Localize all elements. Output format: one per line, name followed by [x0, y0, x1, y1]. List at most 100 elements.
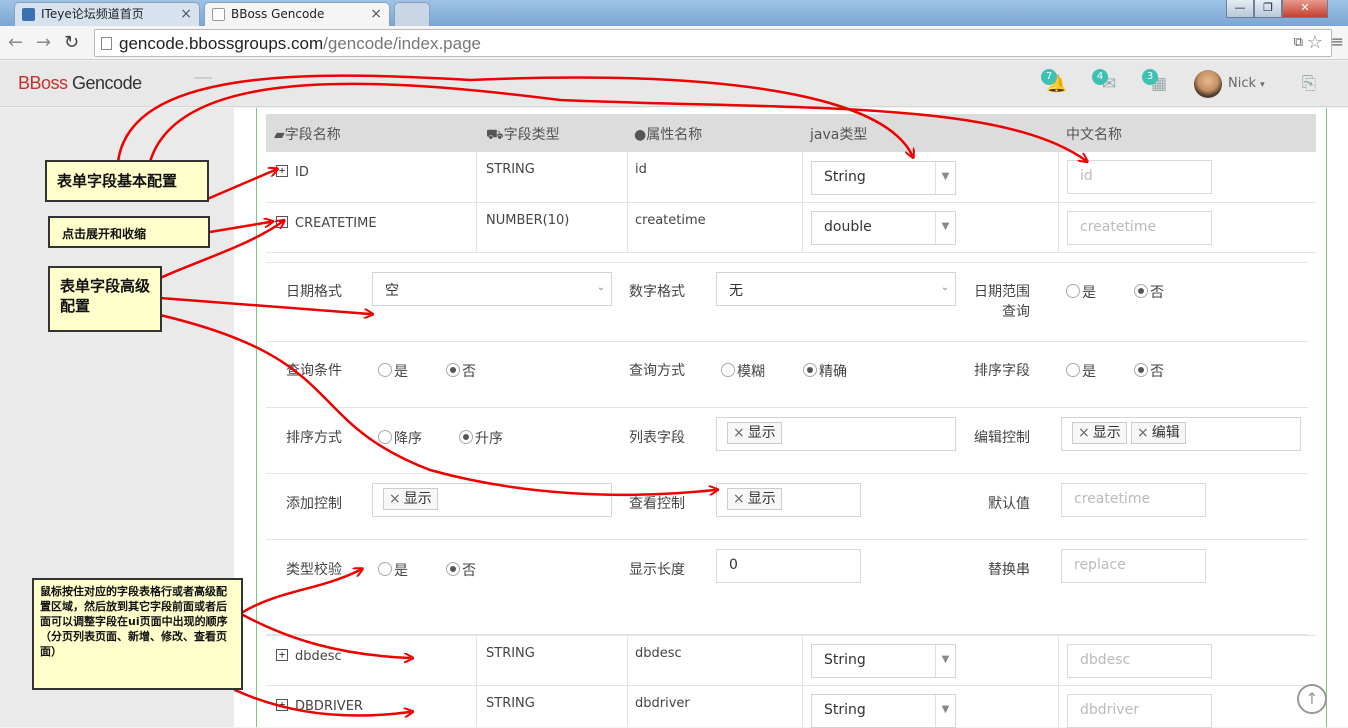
back-arrow-icon[interactable]: ← — [8, 32, 23, 53]
advanced-row-validation[interactable]: 类型校验 是 否 显示长度 0 替换串 replace — [266, 540, 1308, 635]
sort-field-yes-radio[interactable]: 是 — [1066, 361, 1096, 381]
java-type-select[interactable]: String ▼ — [811, 644, 956, 678]
date-format-label: 日期格式 — [286, 284, 342, 300]
tag-show[interactable]: × 显示 — [727, 488, 782, 510]
advanced-row-format[interactable]: 日期格式 空 ⌄ 数字格式 无 ⌄ 日期范围 查询 是 否 — [266, 262, 1308, 342]
query-mode-exact-radio[interactable]: 精确 — [803, 361, 847, 381]
field-name: CREATETIME — [295, 216, 377, 231]
remove-icon[interactable]: × — [389, 491, 401, 507]
advanced-row-query[interactable]: 查询条件 是 否 查询方式 模糊 精确 排序字段 是 否 — [266, 342, 1308, 408]
callout-basic-config: 表单字段基本配置 — [45, 160, 209, 202]
scroll-to-top-button[interactable]: ↑ — [1297, 684, 1327, 714]
page-favicon-icon — [212, 8, 225, 21]
user-menu[interactable]: Nick ▾ — [1228, 76, 1265, 91]
tag-edit[interactable]: × 编辑 — [1131, 422, 1186, 444]
restore-button[interactable]: ❐ — [1254, 0, 1282, 18]
field-type: STRING — [486, 646, 535, 661]
replace-label: 替换串 — [988, 562, 1030, 578]
url-field[interactable]: gencode.bbossgroups.com/gencode/index.pa… — [94, 29, 1332, 57]
briefcase-icon: ▰ — [274, 127, 285, 143]
sort-asc-radio[interactable]: 升序 — [459, 428, 503, 448]
query-cond-yes-radio[interactable]: 是 — [378, 361, 408, 381]
display-length-input[interactable]: 0 — [716, 549, 861, 583]
replace-input[interactable]: replace — [1061, 549, 1206, 583]
col-cn-name: 中文名称 — [1066, 127, 1122, 143]
forward-arrow-icon[interactable]: → — [36, 32, 51, 53]
tab-bboss-gencode[interactable]: BBoss Gencode × — [204, 2, 390, 26]
date-format-select[interactable]: 空 ⌄ — [372, 272, 612, 306]
default-value-input[interactable]: createtime — [1061, 483, 1206, 517]
close-window-button[interactable]: ✕ — [1282, 0, 1328, 18]
remove-icon[interactable]: × — [1137, 425, 1149, 441]
col-java-type: java类型 — [810, 127, 868, 143]
type-check-yes-radio[interactable]: 是 — [378, 560, 408, 580]
display-len-label: 显示长度 — [629, 562, 685, 578]
cart-icon: ⛟ — [486, 127, 504, 143]
logout-icon[interactable]: ⎘ — [1298, 73, 1320, 95]
cn-name-input[interactable]: id — [1067, 160, 1212, 194]
sort-field-no-radio[interactable]: 否 — [1134, 361, 1164, 381]
expand-toggle-icon[interactable]: + — [276, 649, 288, 661]
tab-close-icon[interactable]: × — [370, 3, 382, 25]
col-field-name: ▰字段名称 — [274, 127, 341, 143]
task-badge: 3 — [1142, 69, 1158, 85]
add-ctrl-label: 添加控制 — [286, 496, 342, 512]
table-row[interactable]: + ID STRING id String ▼ id — [266, 152, 1316, 203]
page-icon — [101, 37, 112, 50]
query-cond-no-radio[interactable]: 否 — [446, 361, 476, 381]
cn-name-input[interactable]: dbdesc — [1067, 644, 1212, 678]
query-mode-fuzzy-radio[interactable]: 模糊 — [721, 361, 765, 381]
translate-icon[interactable]: ⧉ — [1294, 35, 1303, 50]
field-type: STRING — [486, 696, 535, 711]
default-label: 默认值 — [988, 496, 1030, 512]
remove-icon[interactable]: × — [733, 491, 745, 507]
advanced-row-sort[interactable]: 排序方式 降序 升序 列表字段 × 显示 编辑控制 × 显示 × 编辑 — [266, 408, 1308, 474]
type-check-no-radio[interactable]: 否 — [446, 560, 476, 580]
number-format-label: 数字格式 — [629, 284, 685, 300]
collapse-toggle-icon[interactable]: − — [276, 216, 288, 228]
guide-line — [256, 108, 257, 727]
tag-show[interactable]: × 显示 — [727, 422, 782, 444]
add-ctrl-tags[interactable]: × 显示 — [372, 483, 612, 517]
sidebar-toggle-icon[interactable] — [194, 77, 212, 79]
expand-toggle-icon[interactable]: + — [276, 165, 288, 177]
cn-name-input[interactable]: dbdriver — [1067, 694, 1212, 728]
list-field-label: 列表字段 — [629, 430, 685, 446]
java-type-select[interactable]: double ▼ — [811, 211, 956, 245]
java-type-select[interactable]: String ▼ — [811, 161, 956, 195]
chevron-down-icon: ▼ — [935, 212, 955, 244]
avatar[interactable] — [1194, 70, 1222, 98]
advanced-row-controls[interactable]: 添加控制 × 显示 查看控制 × 显示 默认值 createtime — [266, 474, 1308, 540]
tag-show[interactable]: × 显示 — [383, 488, 438, 510]
menu-icon[interactable]: ≡ — [1331, 32, 1344, 51]
remove-icon[interactable]: × — [1078, 425, 1090, 441]
date-range-no-radio[interactable]: 否 — [1134, 282, 1164, 302]
new-tab-button[interactable] — [394, 2, 430, 26]
edit-ctrl-tags[interactable]: × 显示 × 编辑 — [1061, 417, 1301, 451]
table-row[interactable]: + DBDRIVER STRING dbdriver String ▼ dbdri… — [266, 686, 1316, 728]
tab-close-icon[interactable]: × — [180, 3, 192, 25]
list-field-tags[interactable]: × 显示 — [716, 417, 956, 451]
view-ctrl-tags[interactable]: × 显示 — [716, 483, 861, 517]
brand-logo[interactable]: BBoss Gencode — [18, 73, 142, 94]
tag-show[interactable]: × 显示 — [1072, 422, 1127, 444]
reload-icon[interactable]: ↻ — [64, 32, 79, 53]
remove-icon[interactable]: × — [733, 425, 745, 441]
field-type: STRING — [486, 162, 535, 177]
bookmark-star-icon[interactable]: ☆ — [1307, 32, 1323, 53]
number-format-select[interactable]: 无 ⌄ — [716, 272, 956, 306]
prop-name: dbdesc — [635, 646, 682, 661]
minimize-button[interactable]: — — [1226, 0, 1254, 18]
arrow-up-icon: ↑ — [1305, 689, 1319, 708]
sort-desc-radio[interactable]: 降序 — [378, 428, 422, 448]
table-row[interactable]: + dbdesc STRING dbdesc String ▼ dbdesc — [266, 635, 1316, 687]
user-icon: ● — [634, 127, 647, 143]
date-range-yes-radio[interactable]: 是 — [1066, 282, 1096, 302]
cn-name-input[interactable]: createtime — [1067, 211, 1212, 245]
table-row[interactable]: − CREATETIME NUMBER(10) createtime doubl… — [266, 203, 1316, 253]
sort-order-label: 排序方式 — [286, 430, 342, 446]
tab-iteye[interactable]: ITeye论坛频道首页 × — [14, 2, 200, 26]
prop-name: id — [635, 162, 647, 177]
java-type-select[interactable]: String ▼ — [811, 694, 956, 728]
expand-toggle-icon[interactable]: + — [276, 699, 288, 711]
